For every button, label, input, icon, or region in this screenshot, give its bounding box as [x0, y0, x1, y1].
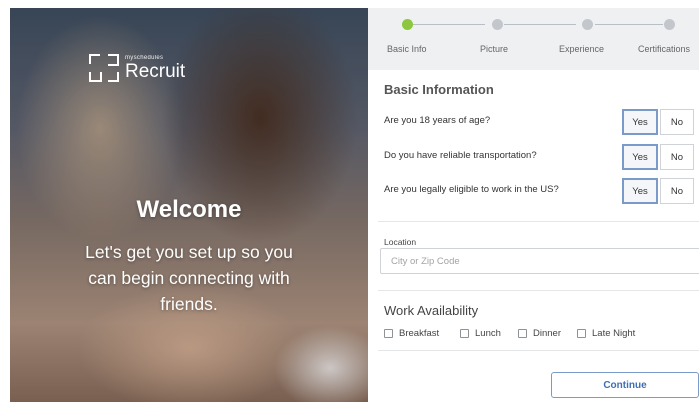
step-label-basic-info[interactable]: Basic Info	[387, 44, 427, 54]
continue-button[interactable]: Continue	[551, 372, 699, 398]
availability-option-breakfast[interactable]: Breakfast	[384, 328, 439, 339]
step-connector	[504, 24, 576, 25]
checkbox-icon[interactable]	[384, 329, 393, 338]
availability-label: Breakfast	[399, 328, 440, 339]
welcome-heading: Welcome	[136, 196, 242, 223]
step-dot-experience[interactable]	[582, 19, 593, 30]
basic-information-title: Basic Information	[384, 82, 494, 97]
tagline-line: can begin connecting with	[88, 268, 290, 288]
yes-button[interactable]: Yes	[622, 109, 658, 135]
no-button[interactable]: No	[660, 144, 694, 170]
step-dot-basic-info[interactable]	[402, 19, 413, 30]
step-connector	[413, 24, 485, 25]
hero-background-image: myschedules Recruit Welcome Let's get yo…	[10, 8, 368, 402]
step-label-experience[interactable]: Experience	[559, 44, 604, 54]
progress-stepper: Basic Info Picture Experience Certificat…	[368, 8, 699, 70]
question-row-age: Are you 18 years of age? Yes No	[384, 109, 699, 135]
logo-mark-icon	[89, 54, 119, 82]
work-availability-title: Work Availability	[384, 303, 479, 318]
welcome-tagline: Let's get you set up so you can begin co…	[10, 239, 368, 317]
section-divider	[378, 221, 699, 222]
checkbox-icon[interactable]	[460, 329, 469, 338]
question-row-eligibility: Are you legally eligible to work in the …	[384, 178, 699, 204]
section-divider	[378, 290, 699, 291]
checkbox-icon[interactable]	[577, 329, 586, 338]
location-input[interactable]	[380, 248, 699, 274]
availability-option-dinner[interactable]: Dinner	[518, 328, 561, 339]
tagline-line: Let's get you set up so you	[85, 242, 293, 262]
yes-button[interactable]: Yes	[622, 144, 658, 170]
tagline-line: friends.	[160, 294, 218, 314]
logo-name: Recruit	[125, 61, 186, 82]
section-divider	[378, 350, 699, 351]
no-button[interactable]: No	[660, 109, 694, 135]
step-connector	[595, 24, 663, 25]
step-dot-picture[interactable]	[492, 19, 503, 30]
availability-option-lunch[interactable]: Lunch	[460, 328, 501, 339]
app-logo: myschedules Recruit	[89, 54, 185, 82]
location-label: Location	[384, 237, 417, 247]
checkbox-icon[interactable]	[518, 329, 527, 338]
step-dot-certifications[interactable]	[664, 19, 675, 30]
availability-label: Late Night	[592, 328, 636, 339]
availability-option-late-night[interactable]: Late Night	[577, 328, 635, 339]
logo-small-text: myschedules	[125, 55, 164, 61]
question-text: Are you legally eligible to work in the …	[384, 184, 559, 195]
availability-label: Dinner	[533, 328, 561, 339]
step-label-certifications[interactable]: Certifications	[638, 44, 690, 54]
signup-form-panel: Basic Info Picture Experience Certificat…	[368, 8, 699, 402]
no-button[interactable]: No	[660, 178, 694, 204]
question-text: Do you have reliable transportation?	[384, 150, 537, 161]
availability-label: Lunch	[475, 328, 501, 339]
yes-button[interactable]: Yes	[622, 178, 658, 204]
question-text: Are you 18 years of age?	[384, 115, 491, 126]
step-label-picture[interactable]: Picture	[480, 44, 508, 54]
question-row-transportation: Do you have reliable transportation? Yes…	[384, 144, 699, 170]
